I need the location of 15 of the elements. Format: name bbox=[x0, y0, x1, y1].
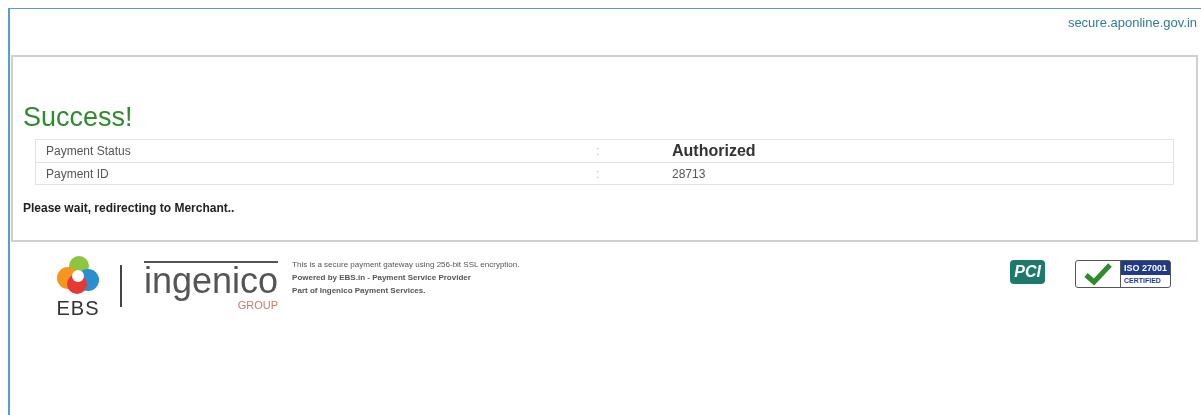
gateway-info-line: This is a secure payment gateway using 256-bit SSL encryption. bbox=[292, 259, 520, 271]
redirect-message: Please wait, redirecting to Merchant.. bbox=[23, 200, 235, 217]
row-value: 28713 bbox=[672, 165, 706, 183]
domain-text: secure.aponline.gov.in bbox=[1067, 14, 1197, 32]
row-label: Payment Status bbox=[45, 143, 132, 160]
row-label: Payment ID bbox=[45, 165, 110, 183]
ingenico-logo: ingenico GROUP bbox=[144, 261, 279, 311]
pci-logo: PCI bbox=[1010, 260, 1045, 284]
row-separator: : bbox=[596, 143, 601, 160]
ebs-logo: EBS bbox=[50, 254, 106, 318]
success-title: Success! bbox=[23, 101, 133, 133]
gateway-info-line: Powered by EBS.in - Payment Service Provider bbox=[292, 272, 472, 284]
gateway-info-line: Part of Ingenico Payment Services. bbox=[292, 285, 427, 297]
row-separator: : bbox=[596, 165, 601, 183]
row-value: Authorized bbox=[672, 141, 756, 161]
